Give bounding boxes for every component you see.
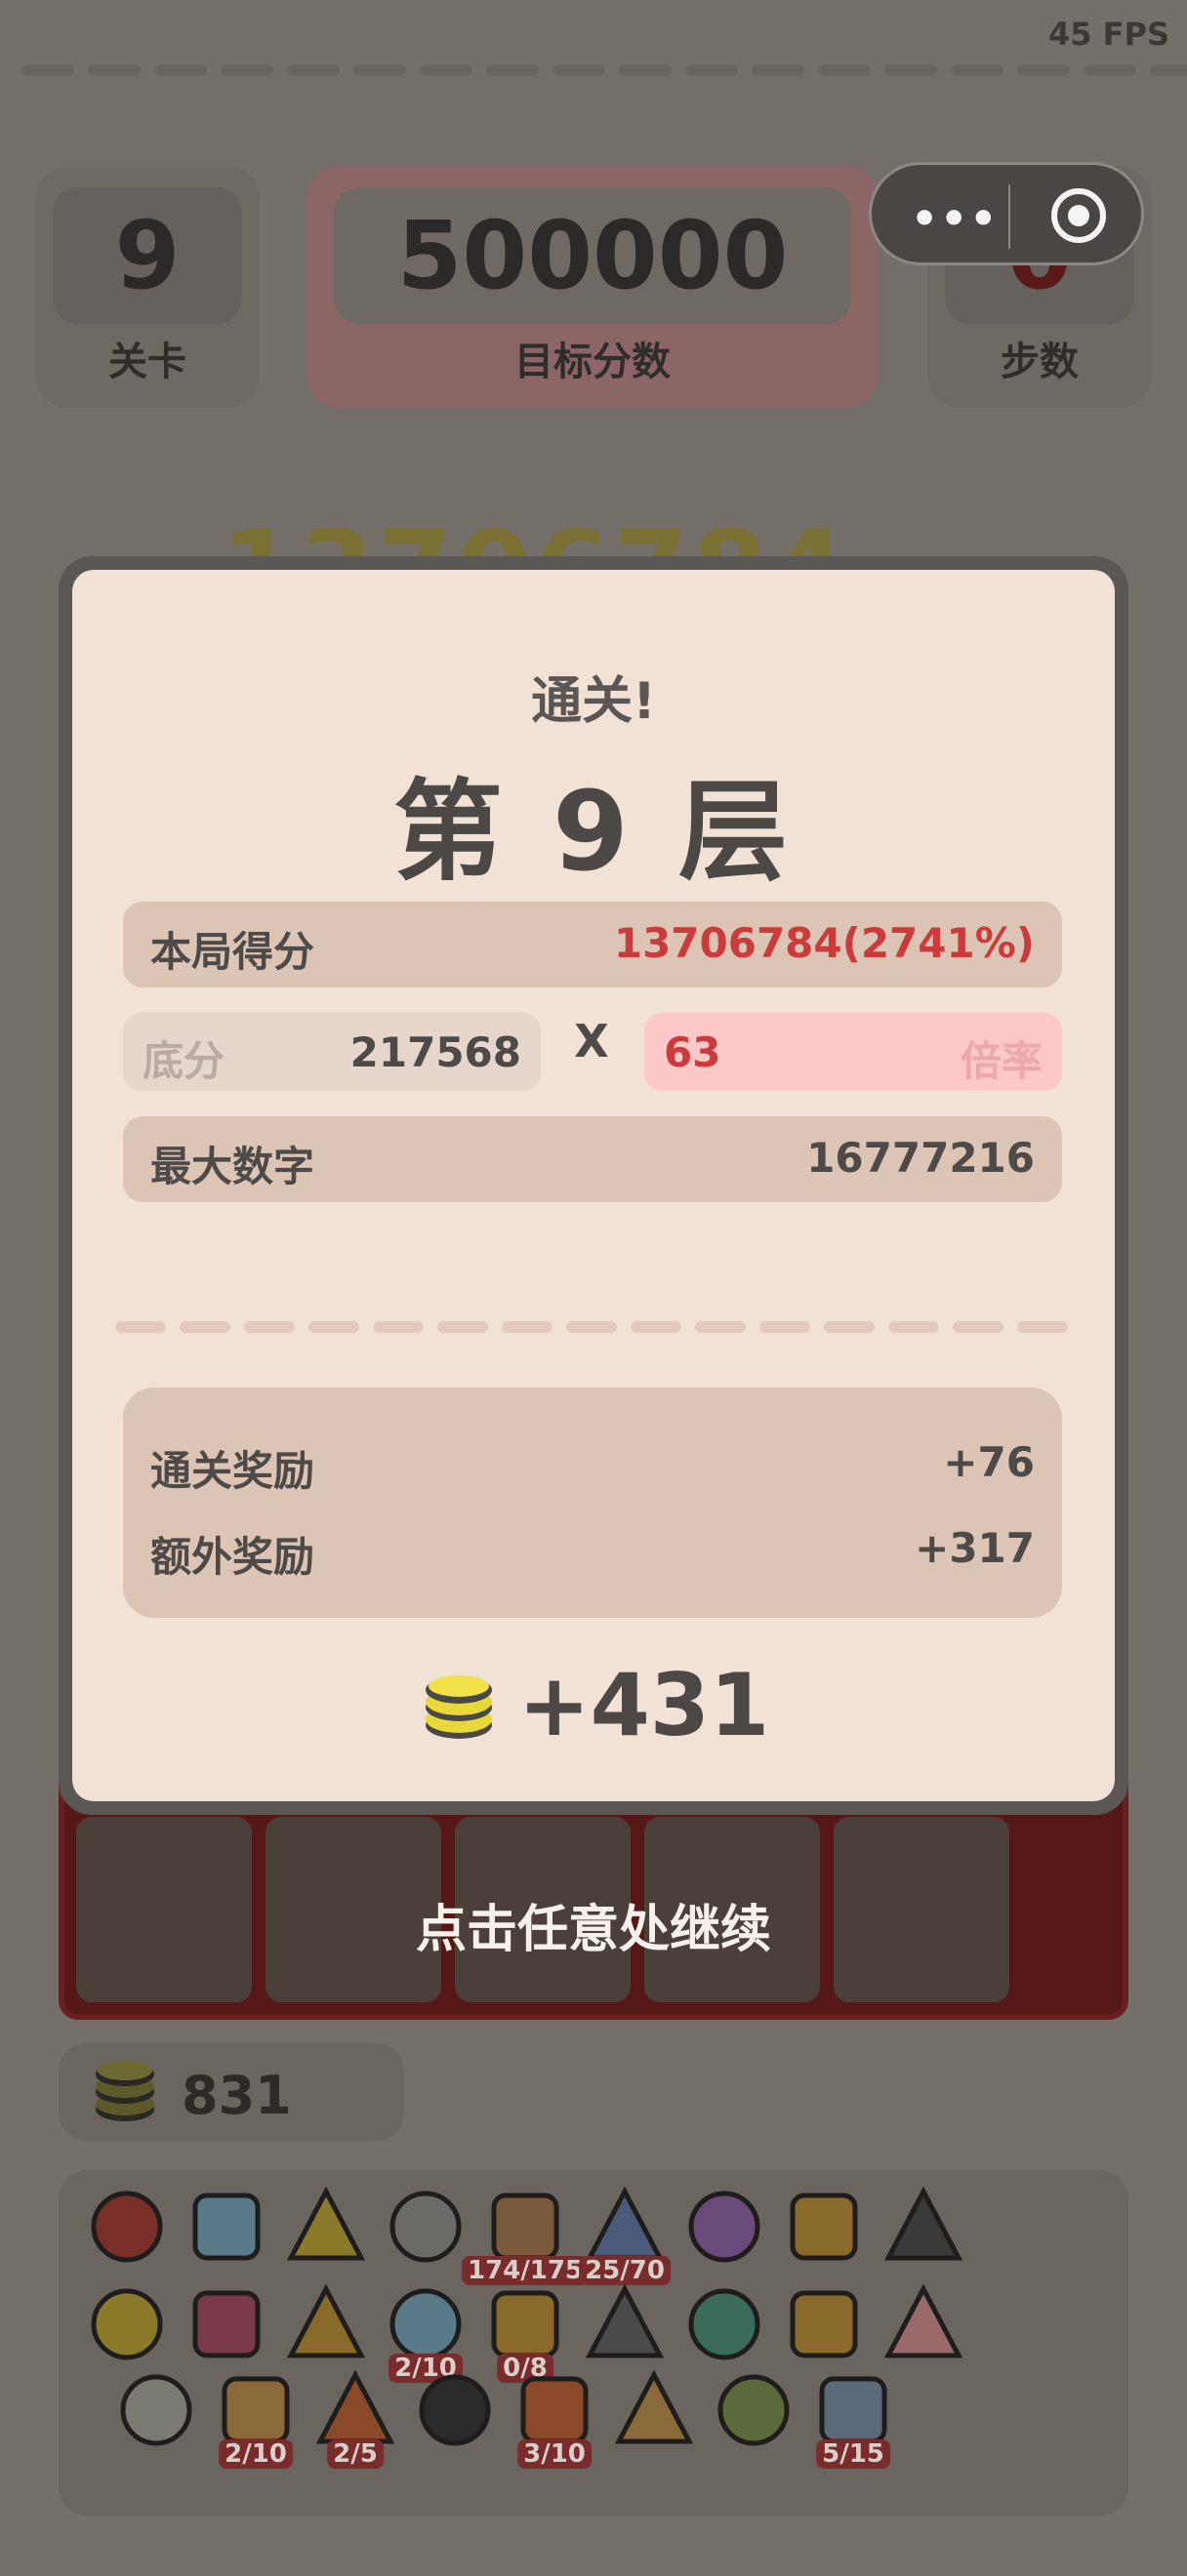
item-shape	[120, 2374, 192, 2446]
eye-gear-icon[interactable]: 174/175	[461, 2182, 590, 2285]
clear-subtitle: 通关!	[531, 672, 656, 731]
item-shape	[286, 2186, 366, 2261]
item-count-badge: 5/15	[816, 2439, 890, 2469]
fire-box-icon[interactable]: 2/5	[308, 2365, 402, 2469]
demon-mask-icon[interactable]	[80, 2182, 174, 2275]
multiplier-label: 倍率	[960, 1037, 1043, 1085]
item-shape	[688, 2191, 760, 2263]
extra-reward-label: 额外奖励	[150, 1533, 315, 1581]
fire-shield-icon[interactable]: 3/10	[508, 2365, 601, 2469]
multiplier-box: 63 倍率	[644, 1013, 1062, 1091]
boot-icon[interactable]	[180, 2279, 273, 2373]
total-reward-value: +431	[517, 1655, 770, 1755]
level-value: 9	[53, 187, 242, 324]
bronze-ring-icon[interactable]: 2/10	[209, 2365, 303, 2469]
piggy-bank-icon[interactable]	[877, 2279, 970, 2373]
level-label: 关卡	[108, 340, 186, 384]
clear-reward-label: 通关奖励	[150, 1447, 315, 1495]
base-score-label: 底分	[143, 1037, 225, 1085]
compass-icon[interactable]: 25/70	[578, 2182, 672, 2285]
round-score-value: 13706784(2741%)	[613, 919, 1035, 967]
floor-title: 第 9 层	[393, 769, 794, 896]
item-inventory: 174/175 25/70 2/10 0/8 2/10 2/5 3/10 5/15	[59, 2170, 1128, 2516]
scroll-list-icon[interactable]	[109, 2365, 203, 2459]
clear-reward-value: +76	[943, 1438, 1035, 1486]
item-shape	[389, 2191, 462, 2263]
skull-shield-icon[interactable]	[877, 2182, 970, 2275]
candle-icon[interactable]	[379, 2182, 472, 2275]
item-shape	[91, 2191, 163, 2263]
item-shape	[192, 2290, 261, 2358]
ice-cube-icon[interactable]	[180, 2182, 273, 2275]
continue-hint[interactable]: 点击任意处继续	[0, 1888, 1187, 1961]
max-number-value: 16777216	[806, 1134, 1035, 1182]
item-shape	[717, 2374, 790, 2446]
multiply-sign: X	[574, 1015, 609, 1067]
item-count-badge: 2/5	[327, 2439, 384, 2469]
gold-ring-icon[interactable]: 0/8	[478, 2279, 572, 2383]
round-score-label: 本局得分	[150, 928, 315, 976]
broken-ring-icon[interactable]	[607, 2365, 701, 2459]
item-shape	[790, 2290, 858, 2358]
coin-stack-icon	[425, 1674, 492, 1739]
round-score-row: 本局得分 13706784(2741%)	[123, 902, 1062, 987]
flute-icon[interactable]	[707, 2365, 800, 2459]
max-number-row: 最大数字 16777216	[123, 1116, 1062, 1202]
ninja-mask-icon[interactable]	[408, 2365, 502, 2459]
item-shape	[688, 2288, 760, 2360]
item-shape	[585, 2283, 665, 2358]
capsule-separator	[1008, 184, 1010, 249]
target-score-label: 目标分数	[514, 340, 671, 384]
level-stat: 9 关卡	[35, 166, 260, 408]
item-shape	[192, 2193, 261, 2261]
steps-label: 步数	[1001, 340, 1079, 384]
section-divider	[115, 1321, 1068, 1333]
more-icon[interactable]: •••	[911, 194, 999, 244]
eye-pyramid-icon[interactable]	[677, 2279, 771, 2373]
item-count-badge: 2/10	[219, 2439, 293, 2469]
base-score-value: 217568	[349, 1028, 521, 1076]
item-shape	[614, 2369, 694, 2444]
pen-icon[interactable]	[578, 2279, 672, 2373]
item-shape	[883, 2186, 963, 2261]
crown-icon[interactable]	[279, 2279, 373, 2373]
coin-count: 831	[182, 2065, 292, 2126]
potion-bottle-icon[interactable]: 2/10	[379, 2279, 472, 2383]
max-number-label: 最大数字	[150, 1143, 315, 1190]
swords-coin-icon[interactable]	[80, 2279, 174, 2373]
level-clear-dialog[interactable]: 通关! 第 9 层 本局得分 13706784(2741%) 底分 217568…	[59, 556, 1128, 1815]
crystal-icon[interactable]	[677, 2182, 771, 2275]
item-shape	[883, 2283, 963, 2358]
fps-counter: 45 FPS	[1047, 16, 1169, 53]
rewards-box: 通关奖励 +76 额外奖励 +317	[123, 1388, 1062, 1618]
coin-balance: 831	[59, 2043, 404, 2141]
item-count-badge: 3/10	[517, 2439, 592, 2469]
base-score-box: 底分 217568	[123, 1013, 541, 1091]
multiplier-value: 63	[664, 1028, 721, 1076]
miniprogram-capsule: •••	[869, 162, 1144, 265]
money-bag-icon[interactable]	[777, 2182, 871, 2275]
target-score-value: 500000	[334, 187, 851, 324]
hourglass-icon[interactable]: 5/15	[806, 2365, 900, 2469]
item-shape	[790, 2193, 858, 2261]
total-reward: +431	[72, 1655, 1115, 1755]
gold-coin-icon[interactable]	[279, 2182, 373, 2275]
item-shape	[91, 2288, 163, 2360]
result-card: 通关! 第 9 层 本局得分 13706784(2741%) 底分 217568…	[72, 570, 1115, 1801]
item-shape	[419, 2374, 491, 2446]
target-score-stat: 500000 目标分数	[307, 166, 879, 408]
extra-reward-value: +317	[915, 1524, 1035, 1572]
item-shape	[286, 2283, 366, 2358]
top-divider	[21, 64, 1187, 76]
treasure-chest-icon[interactable]	[777, 2279, 871, 2373]
target-ring-icon[interactable]	[1051, 188, 1106, 243]
coin-stack-icon	[96, 2061, 154, 2121]
